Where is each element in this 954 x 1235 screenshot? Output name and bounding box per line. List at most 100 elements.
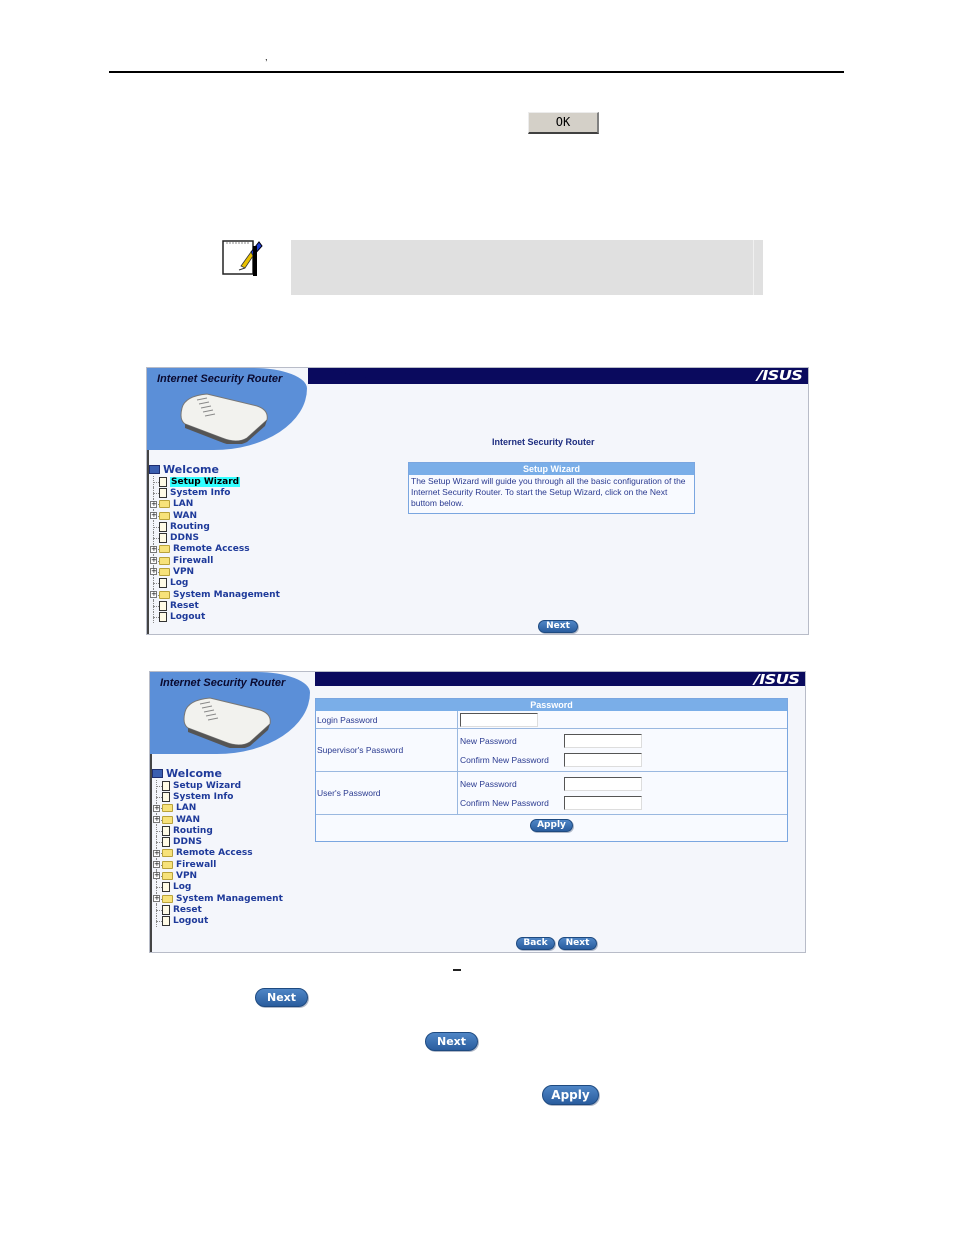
folder-icon xyxy=(159,568,170,577)
tree-connector xyxy=(149,532,159,545)
tree-item-label: System Management xyxy=(173,589,280,600)
supervisor-new-password-label: New Password xyxy=(460,735,517,746)
nav-tree: Welcome Setup Wizard System Info + LAN + WAN R… xyxy=(152,767,283,928)
computer-icon xyxy=(152,769,163,778)
document-icon xyxy=(162,916,170,927)
tree-item-log[interactable]: Log xyxy=(149,577,280,590)
tree-item-label: Reset xyxy=(173,904,202,915)
document-icon xyxy=(159,487,167,498)
tree-item-setup-wizard[interactable]: Setup Wizard xyxy=(152,780,283,792)
expand-plus-icon[interactable]: + xyxy=(153,894,160,902)
tree-item-lan[interactable]: + LAN xyxy=(152,802,283,815)
folder-icon xyxy=(159,590,170,599)
tree-item-ddns[interactable]: DDNS xyxy=(152,836,283,849)
tree-item-reset[interactable]: Reset xyxy=(149,600,280,612)
expand-plus-icon[interactable]: + xyxy=(150,590,157,598)
tree-connector xyxy=(152,904,162,916)
document-icon xyxy=(162,825,170,836)
tree-item-logout[interactable]: Logout xyxy=(152,915,283,928)
folder-icon xyxy=(159,545,170,554)
tree-item-vpn[interactable]: + VPN xyxy=(149,566,280,578)
inline-next-button-2[interactable]: Next xyxy=(425,1032,478,1051)
ok-button[interactable]: OK xyxy=(528,112,599,134)
supervisor-confirm-password-input[interactable] xyxy=(564,752,642,767)
setup-wizard-description: The Setup Wizard will guide you through … xyxy=(411,476,686,508)
tree-root-welcome[interactable]: Welcome xyxy=(152,767,283,780)
tree-connector: + xyxy=(149,566,159,578)
login-password-row: Login Password xyxy=(316,711,787,728)
tree-connector xyxy=(149,600,159,612)
tree-item-firewall[interactable]: + Firewall xyxy=(149,555,280,567)
expand-plus-icon[interactable]: + xyxy=(153,804,160,812)
tree-connector xyxy=(149,476,159,488)
router-image xyxy=(180,393,268,444)
next-button[interactable]: Next xyxy=(558,937,597,950)
tree-item-wan[interactable]: + WAN xyxy=(152,813,283,826)
tree-item-label: Setup Wizard xyxy=(170,476,241,487)
header-rule xyxy=(109,71,844,73)
tree-item-routing[interactable]: Routing xyxy=(152,825,283,837)
tree-item-label: Log xyxy=(173,882,192,893)
folder-icon xyxy=(162,860,173,869)
expand-plus-icon[interactable]: + xyxy=(150,557,157,565)
tree-item-firewall[interactable]: + Firewall xyxy=(152,859,283,871)
tree-root-welcome[interactable]: Welcome xyxy=(149,463,280,476)
tree-item-label: Logout xyxy=(170,612,206,623)
tree-item-routing[interactable]: Routing xyxy=(149,521,280,533)
login-password-input[interactable] xyxy=(460,713,538,727)
expand-plus-icon[interactable]: + xyxy=(150,500,157,508)
tree-item-label: WAN xyxy=(173,510,198,521)
tree-item-remote-access[interactable]: + Remote Access xyxy=(149,543,280,556)
user-confirm-password-input[interactable] xyxy=(564,795,642,810)
inline-next-button[interactable]: Next xyxy=(255,988,308,1007)
note-pen-icon xyxy=(221,238,263,278)
tree-connector xyxy=(152,825,162,837)
tree-item-label: Setup Wizard xyxy=(173,780,242,791)
setup-wizard-title: Setup Wizard xyxy=(409,463,694,475)
tree-item-wan[interactable]: + WAN xyxy=(149,509,280,522)
tree-item-logout[interactable]: Logout xyxy=(149,611,280,624)
tree-item-system-management[interactable]: + System Management xyxy=(152,892,283,905)
apply-button[interactable]: Apply xyxy=(530,819,573,832)
next-button[interactable]: Next xyxy=(538,620,578,633)
expand-plus-icon[interactable]: + xyxy=(150,568,157,576)
tree-item-label: Firewall xyxy=(176,859,217,870)
tree-item-setup-wizard[interactable]: Setup Wizard xyxy=(149,476,280,488)
tree-item-system-info[interactable]: System Info xyxy=(152,791,283,803)
folder-icon xyxy=(159,511,170,520)
tree-item-lan[interactable]: + LAN xyxy=(149,498,280,511)
inline-apply-button[interactable]: Apply xyxy=(542,1085,599,1105)
expand-plus-icon[interactable]: + xyxy=(150,511,157,519)
expand-plus-icon[interactable]: + xyxy=(153,849,160,857)
tree-item-label: LAN xyxy=(173,499,194,510)
document-icon xyxy=(159,476,167,487)
tree-item-reset[interactable]: Reset xyxy=(152,904,283,916)
tree-connector: + xyxy=(149,555,159,567)
tree-item-label: Remote Access xyxy=(173,544,250,555)
tree-item-label: Remote Access xyxy=(176,848,253,859)
user-new-password-label: New Password xyxy=(460,778,517,789)
router-image xyxy=(183,697,271,748)
expand-plus-icon[interactable]: + xyxy=(153,861,160,869)
expand-plus-icon[interactable]: + xyxy=(153,815,160,823)
tree-item-remote-access[interactable]: + Remote Access xyxy=(152,847,283,860)
tree-connector xyxy=(149,521,159,533)
expand-plus-icon[interactable]: + xyxy=(150,545,157,553)
document-icon xyxy=(162,882,170,893)
tree-item-label: Firewall xyxy=(173,555,214,566)
document-icon xyxy=(159,521,167,532)
back-button[interactable]: Back xyxy=(516,937,555,950)
tree-item-log[interactable]: Log xyxy=(152,881,283,894)
folder-icon xyxy=(159,556,170,565)
tree-item-label: System Management xyxy=(176,893,283,904)
expand-plus-icon[interactable]: + xyxy=(153,872,160,880)
tree-item-label: Log xyxy=(170,578,189,589)
tree-item-system-info[interactable]: System Info xyxy=(149,487,280,499)
tree-item-system-management[interactable]: + System Management xyxy=(149,588,280,601)
supervisor-new-password-input[interactable] xyxy=(564,733,642,748)
tree-item-vpn[interactable]: + VPN xyxy=(152,870,283,882)
user-new-password-input[interactable] xyxy=(564,776,642,791)
tree-item-ddns[interactable]: DDNS xyxy=(149,532,280,545)
nav-tree: Welcome Setup Wizard System Info + LAN + WAN R… xyxy=(149,463,280,624)
tree-item-label: VPN xyxy=(176,871,198,882)
